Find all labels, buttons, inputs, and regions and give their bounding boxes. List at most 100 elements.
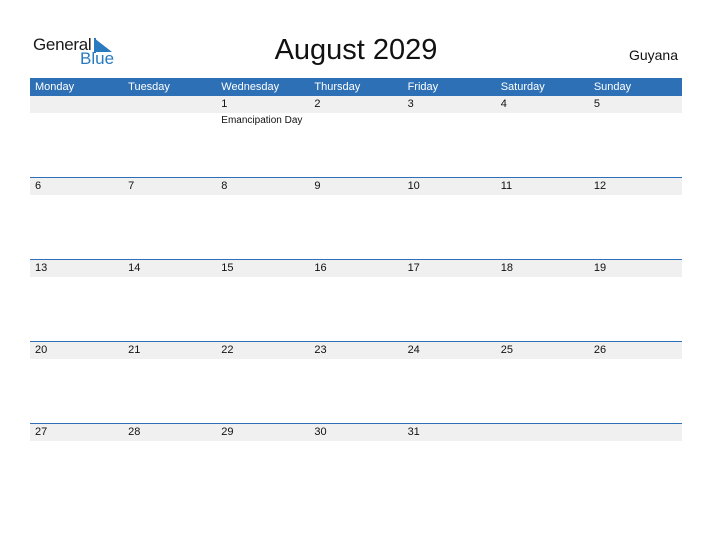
day-number: 28 [128,426,141,438]
weekday-saturday: Saturday [500,81,545,93]
day-number: 30 [314,426,327,438]
day-cell: 29 [216,424,309,441]
holiday-label [123,441,216,443]
day-number: 5 [593,98,600,110]
day-cell: 21 [123,342,216,359]
day-cell: 8 [216,178,309,195]
day-number: 14 [128,262,141,274]
holiday-label [403,113,496,126]
holiday-label [309,441,402,443]
day-number: 23 [314,344,327,356]
day-cell: 16 [309,260,402,277]
day-cell: 24 [403,342,496,359]
holiday-label [216,359,309,361]
holiday-label [403,441,496,443]
day-cell: 1 [216,96,309,113]
week-row: 1 2 3 4 5 Emancipation Day [30,96,682,177]
weekday-monday: Monday [35,81,75,93]
day-cell: 17 [403,260,496,277]
weekday-thursday: Thursday [314,81,361,93]
holiday-label [309,359,402,361]
day-cell: 28 [123,424,216,441]
holiday-label [216,441,309,443]
day-cell: 3 [403,96,496,113]
holiday-label: Emancipation Day [221,115,303,126]
day-cell: 6 [30,178,123,195]
holiday-label [589,441,682,443]
holiday-label [589,113,682,126]
calendar-title: August 2029 [274,34,438,66]
day-number: 12 [593,180,607,192]
day-number: 11 [500,180,513,192]
holiday-label [216,277,309,279]
holiday-label [30,195,123,197]
day-number: 16 [314,262,327,274]
day-number: 1 [221,98,228,110]
events-area [30,195,682,197]
day-number: 24 [407,344,420,356]
day-number: 13 [35,262,48,274]
week-row: 6 7 8 9 10 11 12 [30,177,682,259]
day-cell: 7 [123,178,216,195]
day-cell: 5 [589,96,682,113]
day-number: 4 [500,98,507,110]
day-cell: 20 [30,342,123,359]
date-strip: 13 14 15 16 17 18 19 [30,260,682,277]
holiday-label [496,277,589,279]
weekday-tuesday: Tuesday [128,81,170,93]
day-cell: 13 [30,260,123,277]
day-cell: 18 [496,260,589,277]
day-number: 20 [35,344,48,356]
day-cell: 15 [216,260,309,277]
calendar-grid: Monday Tuesday Wednesday Thursday Friday… [30,78,682,505]
day-number: 31 [407,426,420,438]
day-number: 25 [500,344,513,356]
day-cell: 26 [589,342,682,359]
holiday-label [496,359,589,361]
day-number: 15 [221,262,234,274]
day-cell [496,424,589,441]
holiday-label [589,359,682,361]
date-strip: 27 28 29 30 31 [30,424,682,441]
date-strip: 20 21 22 23 24 25 26 [30,342,682,359]
holiday-label [30,277,123,279]
day-cell [123,96,216,113]
holiday-label [30,359,123,361]
day-number: 27 [35,426,48,438]
holiday-label [496,195,589,197]
day-cell: 19 [589,260,682,277]
day-number: 6 [35,180,42,192]
events-area [30,277,682,279]
holiday-label [403,195,496,197]
holiday-label [496,441,589,443]
day-number: 10 [407,180,420,192]
day-cell: 2 [309,96,402,113]
day-number: 17 [407,262,420,274]
day-cell: 25 [496,342,589,359]
holiday-label [403,359,496,361]
day-number: 29 [221,426,234,438]
holiday-label [30,441,123,443]
holiday-label [123,113,216,126]
holiday-label [123,195,216,197]
holiday-label [589,277,682,279]
events-area: Emancipation Day [30,113,682,126]
day-number: 9 [314,180,321,192]
holiday-label [589,195,682,197]
holiday-label [123,359,216,361]
holiday-label [309,195,402,197]
holiday-label [216,195,309,197]
day-cell [30,96,123,113]
holiday-label [403,277,496,279]
day-cell [589,424,682,441]
events-area [30,441,682,443]
week-row: 27 28 29 30 31 [30,423,682,505]
holiday-label [123,277,216,279]
week-row: 20 21 22 23 24 25 26 [30,341,682,423]
day-cell: 11 [496,178,589,195]
day-number: 22 [221,344,234,356]
holiday-label [496,113,589,126]
week-row: 13 14 15 16 17 18 19 [30,259,682,341]
day-cell: 30 [309,424,402,441]
holiday-label [30,113,123,126]
